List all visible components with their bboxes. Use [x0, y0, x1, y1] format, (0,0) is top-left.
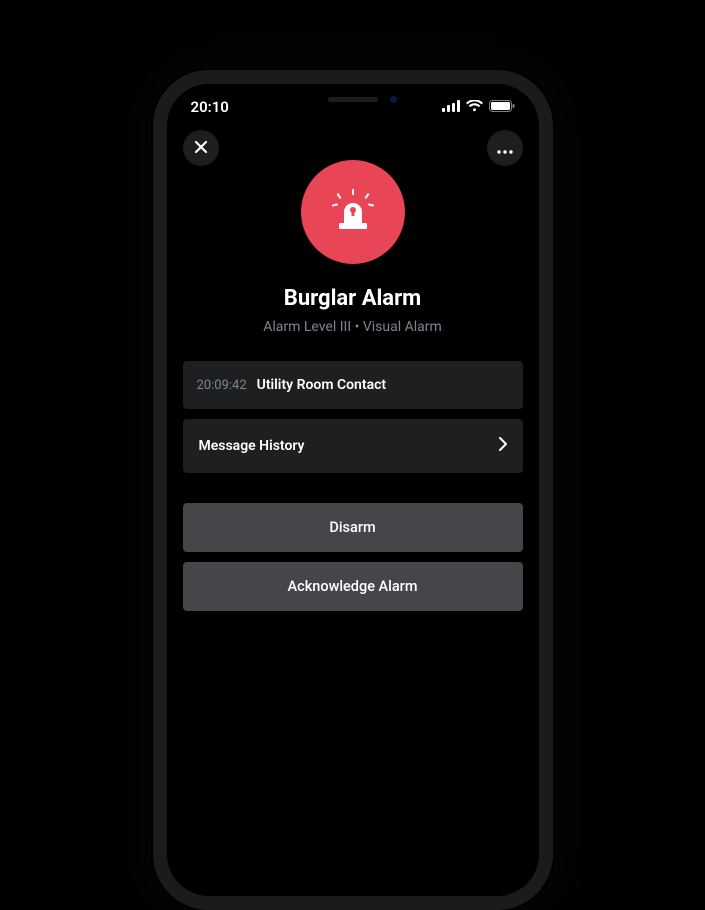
message-history-label: Message History: [199, 438, 305, 454]
event-row[interactable]: 20:09:42 Utility Room Contact: [183, 361, 523, 409]
top-bar: [167, 116, 539, 166]
status-icons: [442, 98, 515, 116]
message-history-link[interactable]: Message History: [183, 419, 523, 473]
screen: 20:10: [167, 84, 539, 896]
wifi-icon: [466, 98, 483, 116]
phone-frame: 20:10: [153, 70, 553, 910]
battery-icon: [489, 98, 515, 116]
event-text: Utility Room Contact: [257, 377, 386, 393]
more-button[interactable]: [487, 130, 523, 166]
siren-icon: [328, 185, 378, 239]
close-icon: [194, 139, 208, 158]
phone-notch: [263, 84, 443, 114]
action-buttons: Disarm Acknowledge Alarm: [183, 503, 523, 611]
alarm-hero: Burglar Alarm Alarm Level III • Visual A…: [167, 166, 539, 335]
more-icon: [497, 139, 513, 158]
content: 20:09:42 Utility Room Contact Message Hi…: [167, 335, 539, 611]
acknowledge-button[interactable]: Acknowledge Alarm: [183, 562, 523, 611]
cellular-icon: [442, 98, 460, 116]
close-button[interactable]: [183, 130, 219, 166]
alarm-subtitle: Alarm Level III • Visual Alarm: [263, 319, 442, 335]
alarm-title: Burglar Alarm: [284, 286, 421, 311]
alarm-indicator: [301, 160, 405, 264]
chevron-right-icon: [499, 437, 507, 455]
status-time: 20:10: [191, 98, 229, 116]
event-time: 20:09:42: [197, 378, 247, 393]
disarm-button[interactable]: Disarm: [183, 503, 523, 552]
